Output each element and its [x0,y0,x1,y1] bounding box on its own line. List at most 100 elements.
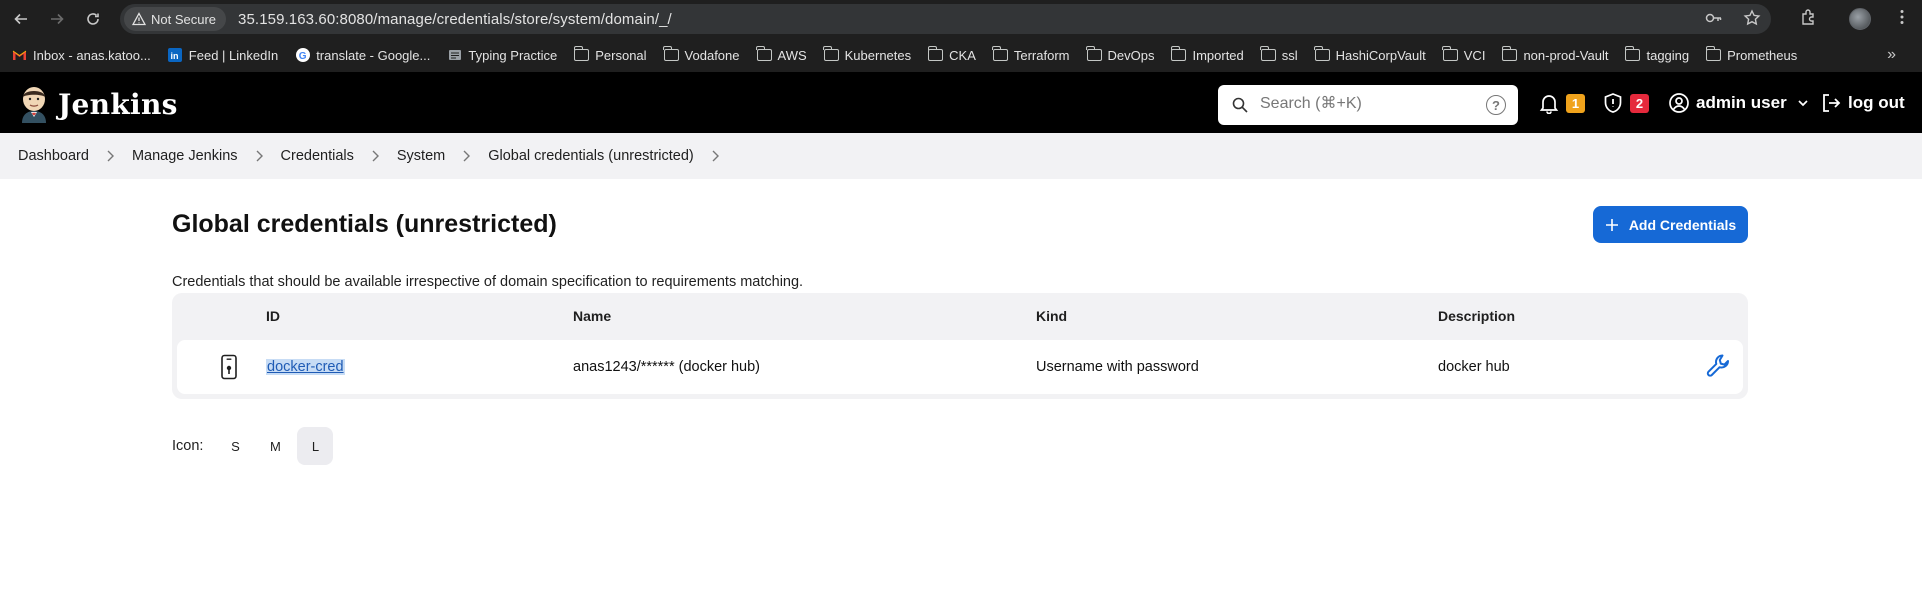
notifications-button[interactable]: 1 [1538,92,1585,114]
bookmark-label: AWS [777,47,807,63]
wrench-icon[interactable] [1705,352,1733,380]
bookmark-folder-hashicorpvault[interactable]: HashiCorpVault [1314,46,1426,63]
search-box[interactable]: ? [1218,85,1518,125]
folder-icon [992,46,1008,61]
not-secure-chip[interactable]: Not Secure [124,7,227,31]
chevron-right-icon[interactable] [711,149,720,163]
column-header-id[interactable]: ID [266,308,280,324]
credential-name: anas1243/****** (docker hub) [573,359,761,375]
add-credentials-button[interactable]: Add Credentials [1593,206,1748,243]
folder-icon [756,46,772,61]
bookmark-folder-vodafone[interactable]: Vodafone [663,46,740,63]
chevron-right-icon [462,149,471,163]
typing-icon [447,49,462,62]
folder-icon [573,46,590,61]
breadcrumb: Dashboard Manage Jenkins Credentials Sys… [0,133,1922,179]
breadcrumb-global-credentials[interactable]: Global credentials (unrestricted) [488,148,694,164]
table-row: docker-cred anas1243/****** (docker hub)… [177,340,1743,394]
page-title: Global credentials (unrestricted) [172,210,557,238]
google-icon: G [295,48,310,62]
bookmark-folder-personal[interactable]: Personal [573,46,647,63]
bookmark-folder-imported[interactable]: Imported [1170,46,1244,63]
security-button[interactable]: 2 [1602,92,1649,114]
bookmark-folder-vci[interactable]: VCI [1442,46,1486,63]
column-header-name[interactable]: Name [573,308,611,324]
breadcrumb-manage-jenkins[interactable]: Manage Jenkins [132,148,238,164]
jenkins-butler-icon [22,87,46,123]
search-help-icon[interactable]: ? [1486,95,1506,115]
bookmark-folder-devops[interactable]: DevOps [1086,46,1154,63]
bookmark-label: non-prod-Vault [1523,47,1609,63]
bookmark-folder-prometheus[interactable]: Prometheus [1705,46,1798,63]
password-key-icon[interactable] [1705,9,1723,27]
bookmark-label: Kubernetes [844,47,912,63]
not-secure-label: Not Secure [151,11,217,27]
breadcrumb-system[interactable]: System [397,148,445,164]
bookmark-folder-tagging[interactable]: tagging [1624,46,1690,63]
folder-icon [1442,46,1458,61]
credential-id[interactable]: docker-cred [266,359,345,375]
bookmark-label: Personal [595,47,647,63]
page-description: Credentials that should be available irr… [172,274,804,290]
bookmark-gmail[interactable]: Inbox - anas.katoo... [12,48,151,63]
bookmark-folder-ssl[interactable]: ssl [1260,46,1298,63]
bookmark-label: CKA [949,47,976,63]
icon-size-large-button[interactable]: L [297,427,334,465]
bookmark-star-icon[interactable] [1743,9,1761,27]
icon-size-label: Icon: [172,438,204,454]
bookmark-linkedin[interactable]: in Feed | LinkedIn [168,48,278,63]
bookmark-label: Inbox - anas.katoo... [33,47,151,63]
column-header-description[interactable]: Description [1438,308,1515,324]
bookmark-folder-kubernetes[interactable]: Kubernetes [823,46,912,63]
credential-description: docker hub [1438,359,1510,375]
bookmark-label: tagging [1646,47,1690,63]
chevron-right-icon [255,149,264,163]
bookmark-typing-practice[interactable]: Typing Practice [447,48,557,63]
breadcrumb-dashboard[interactable]: Dashboard [18,148,89,164]
icon-size-medium-button[interactable]: M [257,427,293,465]
folder-icon [1314,46,1330,61]
chrome-menu-icon[interactable] [1893,8,1911,26]
bookmark-folder-terraform[interactable]: Terraform [992,46,1070,63]
credential-type-icon [221,354,237,380]
profile-avatar[interactable] [1849,8,1871,30]
gmail-icon [12,49,27,62]
browser-toolbar: Not Secure 35.159.163.60:8080/manage/cre… [0,0,1922,38]
logout-button[interactable]: log out [1820,92,1905,114]
bookmark-folder-cka[interactable]: CKA [927,46,976,63]
url-text[interactable]: 35.159.163.60:8080/manage/credentials/st… [238,11,672,28]
bookmark-label: Typing Practice [468,47,558,63]
bookmark-google-translate[interactable]: G translate - Google... [295,48,430,63]
search-input[interactable] [1260,95,1480,113]
bookmark-folder-aws[interactable]: AWS [756,46,807,63]
add-credentials-label: Add Credentials [1628,216,1737,233]
svg-text:G: G [298,51,306,62]
forward-arrow-icon[interactable] [46,8,68,30]
breadcrumb-credentials[interactable]: Credentials [281,148,354,164]
jenkins-home-link[interactable]: Jenkins [18,85,178,123]
extensions-icon[interactable] [1800,8,1818,26]
back-arrow-icon[interactable] [10,8,32,30]
warning-icon [132,12,146,26]
credential-id-link[interactable]: docker-cred [266,359,345,375]
chevron-right-icon [106,149,115,163]
chevron-right-icon [371,149,380,163]
address-bar[interactable]: Not Secure 35.159.163.60:8080/manage/cre… [120,4,1771,34]
icon-size-small-button[interactable]: S [217,427,253,465]
bookmark-label: Imported [1192,47,1244,63]
security-badge: 2 [1630,93,1649,113]
folder-icon [663,46,679,61]
bookmark-label: VCI [1463,47,1486,63]
bookmark-label: Vodafone [684,47,740,63]
user-name: admin user [1696,93,1787,112]
bookmarks-overflow-icon[interactable]: » [1887,46,1896,64]
bookmark-label: Prometheus [1727,47,1798,63]
reload-icon[interactable] [82,8,104,30]
credential-kind: Username with password [1036,359,1199,375]
column-header-kind[interactable]: Kind [1036,308,1067,324]
bookmark-folder-non-prod-vault[interactable]: non-prod-Vault [1501,46,1609,63]
bookmark-label: HashiCorpVault [1335,47,1426,63]
folder-icon [927,46,944,61]
user-menu[interactable]: admin user [1668,92,1809,114]
bookmark-label: Feed | LinkedIn [188,47,279,63]
